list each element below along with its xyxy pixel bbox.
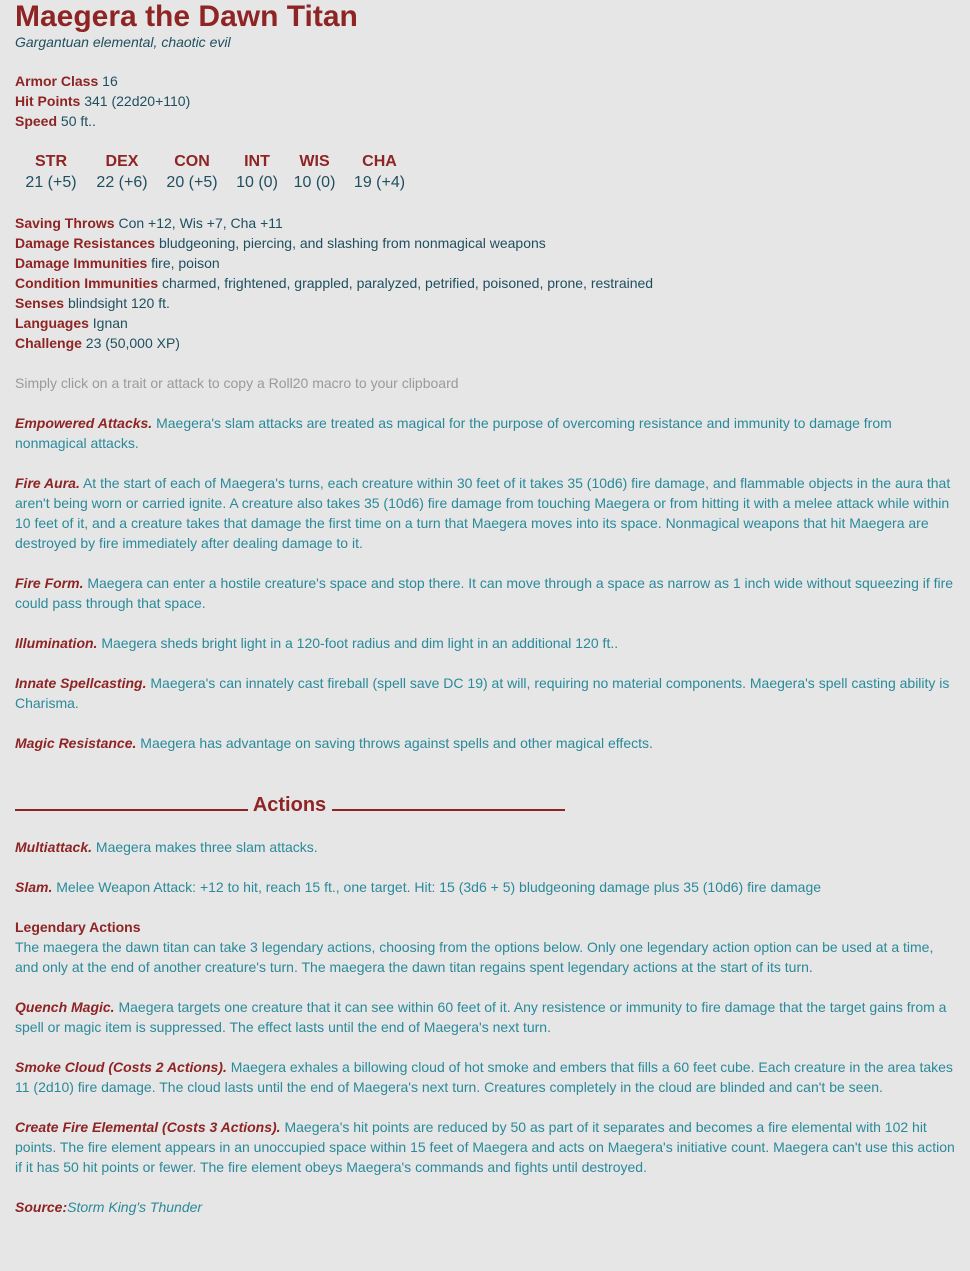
legendary-name: Smoke Cloud (Costs 2 Actions).: [15, 1059, 227, 1075]
source-value: Storm King's Thunder: [67, 1199, 203, 1215]
legendary-create-fire-elemental[interactable]: Create Fire Elemental (Costs 3 Actions).…: [15, 1117, 960, 1177]
monster-name: Maegera the Dawn Titan: [15, 0, 358, 33]
detail-label: Challenge: [15, 335, 82, 351]
ability-value: 10 (0): [293, 174, 336, 191]
trait-name: Illumination.: [15, 635, 98, 651]
detail-row: Senses blindsight 120 ft.: [15, 293, 960, 313]
trait-text: Maegera can enter a hostile creature's s…: [15, 575, 954, 611]
stat-label: Speed: [15, 113, 58, 129]
basic-stats: Armor Class 16 Hit Points 341 (22d20+110…: [15, 71, 960, 131]
legendary-actions-title: Legendary Actions: [15, 919, 141, 935]
legendary-actions: Legendary Actions The maegera the dawn t…: [15, 917, 960, 1177]
detail-value: charmed, frightened, grappled, paralyzed…: [162, 275, 654, 291]
detail-value: fire, poison: [151, 255, 220, 271]
detail-stats: Saving Throws Con +12, Wis +7, Cha +11 D…: [15, 213, 960, 353]
detail-value: Con +12, Wis +7, Cha +11: [118, 215, 283, 231]
stat-label: Hit Points: [15, 93, 81, 109]
legendary-name: Quench Magic.: [15, 999, 115, 1015]
trait-text: Maegera's can innately cast fireball (sp…: [15, 675, 950, 711]
detail-row: Languages Ignan: [15, 313, 960, 333]
trait-empowered-attacks[interactable]: Empowered Attacks. Maegera's slam attack…: [15, 413, 960, 453]
stat-value: 16: [102, 73, 118, 89]
detail-label: Languages: [15, 315, 89, 331]
trait-illumination[interactable]: Illumination. Maegera sheds bright light…: [15, 633, 960, 653]
ability-name: DEX: [105, 153, 139, 170]
trait-name: Magic Resistance.: [15, 735, 137, 751]
trait-name: Fire Aura.: [15, 475, 80, 491]
detail-label: Condition Immunities: [15, 275, 159, 291]
source-label: Source:: [15, 1199, 68, 1215]
stat-armor-class: Armor Class 16: [15, 71, 960, 91]
trait-name: Fire Form.: [15, 575, 84, 591]
source-line: Source:Storm King's Thunder: [15, 1197, 960, 1217]
legendary-name: Create Fire Elemental (Costs 3 Actions).: [15, 1119, 281, 1135]
ability-values-row: 21 (+5) 22 (+6) 20 (+5) 10 (0) 10 (0) 19…: [15, 172, 417, 193]
legendary-text: Maegera targets one creature that it can…: [15, 999, 947, 1035]
detail-value: Ignan: [92, 315, 128, 331]
stat-value: 341 (22d20+110): [84, 93, 191, 109]
stat-value: 50 ft..: [60, 113, 96, 129]
ability-names-row: STR DEX CON INT WIS CHA: [15, 151, 417, 172]
actions-list: Multiattack. Maegera makes three slam at…: [15, 837, 960, 897]
detail-value: blindsight 120 ft.: [67, 295, 170, 311]
action-name: Slam.: [15, 879, 53, 895]
trait-text: Maegera sheds bright light in a 120-foot…: [101, 635, 619, 651]
detail-row: Damage Immunities fire, poison: [15, 253, 960, 273]
heading-rule-left: [15, 795, 248, 811]
action-text: Maegera makes three slam attacks.: [95, 839, 318, 855]
legendary-quench-magic[interactable]: Quench Magic. Maegera targets one creatu…: [15, 997, 960, 1037]
stat-speed: Speed 50 ft..: [15, 111, 960, 131]
stat-label: Armor Class: [15, 73, 99, 89]
ability-value: 19 (+4): [353, 174, 406, 191]
detail-label: Damage Immunities: [15, 255, 148, 271]
trait-name: Empowered Attacks.: [15, 415, 153, 431]
trait-name: Innate Spellcasting.: [15, 675, 147, 691]
detail-label: Saving Throws: [15, 215, 115, 231]
detail-label: Damage Resistances: [15, 235, 156, 251]
ability-value: 21 (+5): [25, 174, 77, 191]
ability-scores-table: STR DEX CON INT WIS CHA 21 (+5) 22 (+6) …: [15, 151, 417, 193]
action-slam[interactable]: Slam. Melee Weapon Attack: +12 to hit, r…: [15, 877, 960, 897]
ability-name: WIS: [299, 153, 330, 170]
stat-hit-points: Hit Points 341 (22d20+110): [15, 91, 960, 111]
ability-value: 22 (+6): [96, 174, 148, 191]
trait-innate-spellcasting[interactable]: Innate Spellcasting. Maegera's can innat…: [15, 673, 960, 713]
action-name: Multiattack.: [15, 839, 93, 855]
ability-name: CON: [174, 153, 210, 170]
legendary-intro: The maegera the dawn titan can take 3 le…: [15, 939, 934, 975]
traits-list: Empowered Attacks. Maegera's slam attack…: [15, 413, 960, 753]
action-multiattack[interactable]: Multiattack. Maegera makes three slam at…: [15, 837, 960, 857]
action-text: Melee Weapon Attack: +12 to hit, reach 1…: [56, 879, 822, 895]
trait-fire-form[interactable]: Fire Form. Maegera can enter a hostile c…: [15, 573, 960, 613]
ability-value: 10 (0): [236, 174, 278, 191]
trait-fire-aura[interactable]: Fire Aura. At the start of each of Maege…: [15, 473, 960, 553]
trait-text: At the start of each of Maegera's turns,…: [15, 475, 951, 551]
detail-row: Challenge 23 (50,000 XP): [15, 333, 960, 353]
detail-value: bludgeoning, piercing, and slashing from…: [158, 235, 546, 251]
ability-name: CHA: [362, 153, 397, 170]
legendary-smoke-cloud[interactable]: Smoke Cloud (Costs 2 Actions). Maegera e…: [15, 1057, 960, 1097]
detail-value: 23 (50,000 XP): [85, 335, 180, 351]
detail-row: Saving Throws Con +12, Wis +7, Cha +11: [15, 213, 960, 233]
monster-type: Gargantuan elemental, chaotic evil: [15, 34, 231, 50]
detail-row: Condition Immunities charmed, frightened…: [15, 273, 960, 293]
actions-heading: Actions: [15, 793, 960, 817]
roll20-hint: Simply click on a trait or attack to cop…: [15, 375, 459, 391]
ability-value: 20 (+5): [166, 174, 218, 191]
actions-heading-text: Actions: [252, 794, 327, 816]
ability-name: STR: [35, 153, 67, 170]
trait-magic-resistance[interactable]: Magic Resistance. Maegera has advantage …: [15, 733, 960, 753]
detail-row: Damage Resistances bludgeoning, piercing…: [15, 233, 960, 253]
heading-rule-right: [331, 795, 565, 811]
stat-block: Maegera the Dawn Titan Gargantuan elemen…: [0, 0, 970, 1217]
trait-text: Maegera has advantage on saving throws a…: [140, 735, 653, 751]
detail-label: Senses: [15, 295, 65, 311]
ability-name: INT: [244, 153, 270, 170]
